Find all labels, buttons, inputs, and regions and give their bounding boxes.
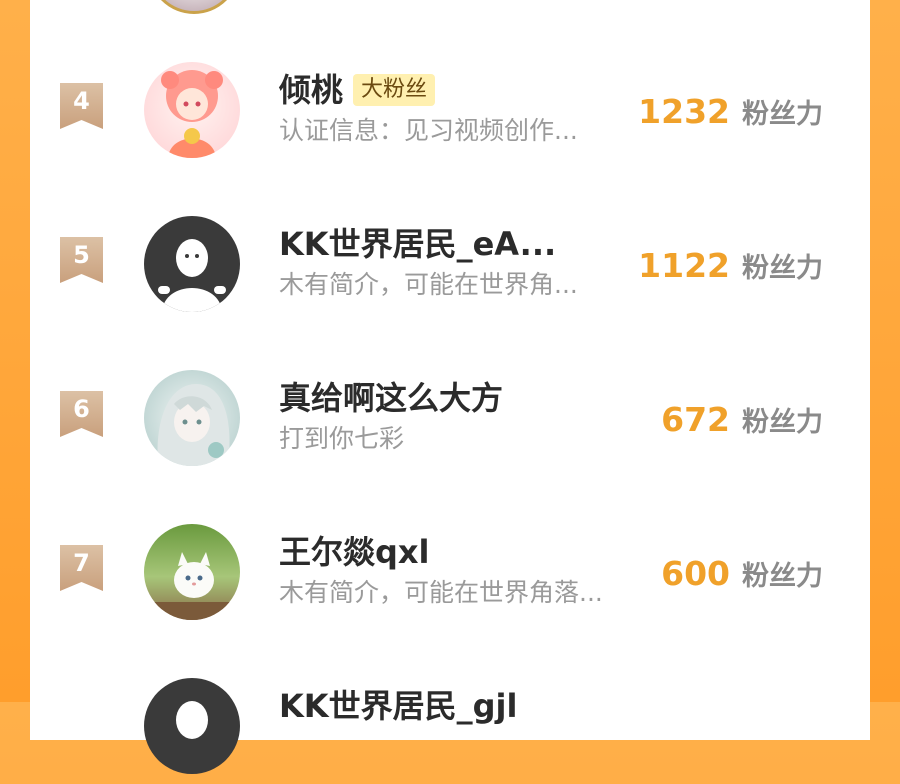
user-name-line: 倾桃 大粉丝 — [279, 70, 436, 110]
score-box: 600 粉丝力 — [661, 554, 823, 594]
avatar[interactable] — [144, 216, 240, 312]
fan-power-label: 粉丝力 — [742, 99, 823, 130]
fan-level-tag: 大粉丝 — [353, 74, 436, 106]
fan-power-score: 1122 — [638, 246, 730, 285]
rank-badge: 4 — [60, 83, 103, 129]
user-name-line: KK世界居民_gjl — [279, 686, 517, 726]
fan-power-label: 粉丝力 — [742, 253, 823, 284]
rank-badge: 7 — [60, 545, 103, 591]
fan-power-label: 粉丝力 — [742, 407, 823, 438]
fan-power-label: 粉丝力 — [742, 561, 823, 592]
default-user-avatar-icon — [144, 678, 240, 774]
rank-badge: 6 — [60, 391, 103, 437]
user-name-line: KK世界居民_eA... — [279, 224, 556, 264]
default-user-avatar-icon — [144, 216, 240, 312]
fan-power-score: 672 — [661, 400, 730, 439]
score-box: 1232 粉丝力 — [638, 92, 823, 132]
ranking-row[interactable]: 7 王尔燚qxl 木有简介，可能在世界角落... 600 粉丝力 — [0, 520, 900, 630]
ranking-row[interactable]: KK世界居民_gjl — [0, 674, 900, 784]
ranking-row[interactable]: 5 KK世界居民_eA... 木有简介，可能在世界角... 1122 粉丝力 — [0, 212, 900, 322]
avatar[interactable] — [144, 524, 240, 620]
rank-badge: 5 — [60, 237, 103, 283]
user-description: 打到你七彩 — [279, 424, 405, 453]
user-name[interactable]: 真给啊这么大方 — [279, 378, 503, 418]
user-name[interactable]: 王尔燚qxl — [279, 532, 430, 572]
user-description: 认证信息：见习视频创作... — [279, 116, 578, 145]
user-name[interactable]: KK世界居民_gjl — [279, 686, 517, 726]
ranking-row[interactable]: 6 真给啊这么大方 打到你七彩 672 粉丝力 — [0, 366, 900, 476]
rank-number: 4 — [73, 87, 90, 115]
user-name-line: 真给啊这么大方 — [279, 378, 503, 418]
user-name[interactable]: 倾桃 — [279, 70, 343, 110]
fan-power-score: 1232 — [638, 92, 730, 131]
rank-number: 6 — [73, 395, 90, 423]
avatar[interactable] — [144, 678, 240, 774]
user-name-line: 王尔燚qxl — [279, 532, 430, 572]
avatar[interactable] — [144, 370, 240, 466]
user-description: 木有简介，可能在世界角... — [279, 270, 578, 299]
user-description: 木有简介，可能在世界角落... — [279, 578, 603, 607]
rank-number: 5 — [73, 241, 90, 269]
avatar[interactable] — [144, 62, 240, 158]
rank-number: 7 — [73, 549, 90, 577]
user-name[interactable]: KK世界居民_eA... — [279, 224, 556, 264]
score-box: 1122 粉丝力 — [638, 246, 823, 286]
fan-power-score: 600 — [661, 554, 730, 593]
ranking-row[interactable]: 4 倾桃 大粉丝 认证信息：见习视频创作... 1232 粉丝力 — [0, 58, 900, 168]
score-box: 672 粉丝力 — [661, 400, 823, 440]
